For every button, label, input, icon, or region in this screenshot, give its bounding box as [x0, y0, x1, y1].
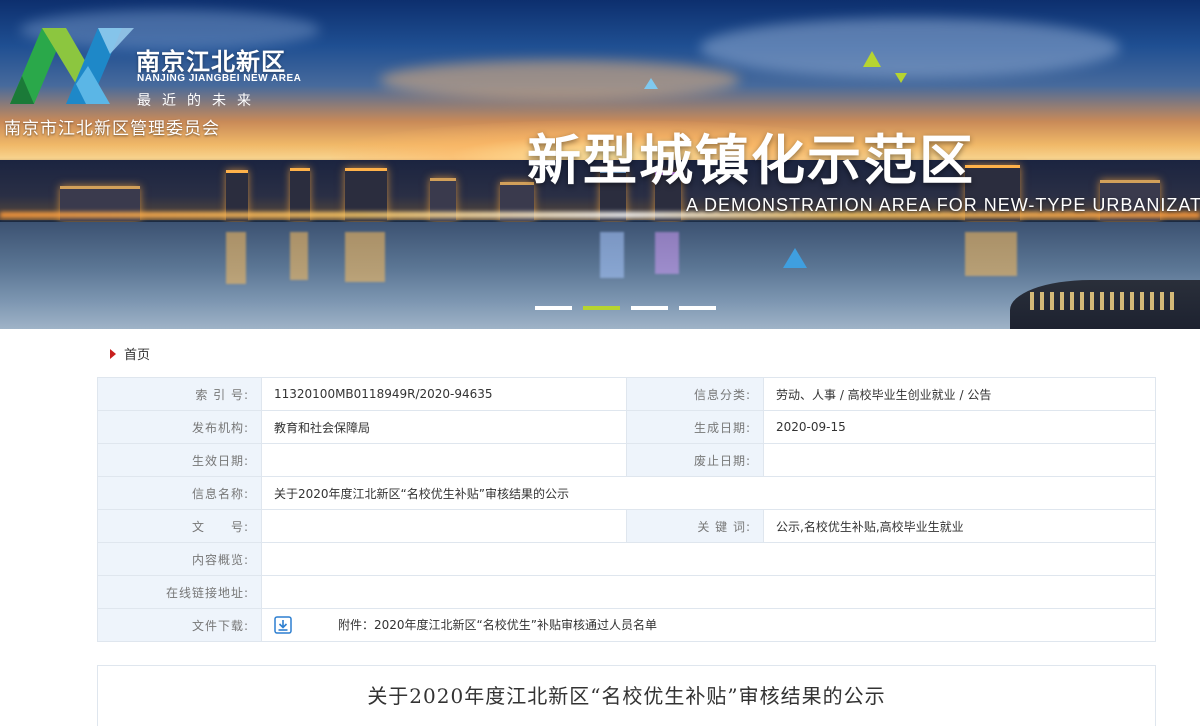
- committee-name: 南京市江北新区管理委员会: [4, 119, 220, 139]
- category-label: 信息分类:: [626, 377, 764, 411]
- shore-lights: [1030, 292, 1180, 310]
- banner-headline-en: A DEMONSTRATION AREA FOR NEW-TYPE URBANI…: [686, 195, 1200, 215]
- expire-date-label: 废止日期:: [626, 443, 764, 477]
- table-row: 在线链接地址:: [97, 575, 1156, 609]
- index-label: 索 引 号:: [97, 377, 262, 411]
- doc-number-label: 文 号:: [97, 509, 262, 543]
- info-name-label: 信息名称:: [97, 476, 262, 510]
- jiangbei-logo-icon[interactable]: [8, 26, 136, 106]
- publisher-value: 教育和社会保障局: [261, 410, 627, 444]
- table-row: 文件下载: 附件：2020年度江北新区“名校优生”补贴审核通过人员名单: [97, 608, 1156, 642]
- triangle-decor-icon: [895, 73, 907, 83]
- carousel-dot-3[interactable]: [631, 306, 668, 310]
- reflection: [965, 232, 1017, 276]
- info-name-value: 关于2020年度江北新区“名校优生补贴”审核结果的公示: [261, 476, 1156, 510]
- document-info-table: 索 引 号: 11320100MB0118949R/2020-94635 信息分…: [97, 377, 1156, 642]
- article-container: 关于2020年度江北新区“名校优生补贴”审核结果的公示: [97, 665, 1156, 726]
- banner-headline: 新型城镇化示范区: [527, 129, 975, 192]
- summary-label: 内容概览:: [97, 542, 262, 576]
- download-cell: 附件：2020年度江北新区“名校优生”补贴审核通过人员名单: [261, 608, 1156, 642]
- online-link-label: 在线链接地址:: [97, 575, 262, 609]
- keywords-label: 关 键 词:: [626, 509, 764, 543]
- table-row: 索 引 号: 11320100MB0118949R/2020-94635 信息分…: [97, 377, 1156, 411]
- download-label: 文件下载:: [97, 608, 262, 642]
- summary-value: [261, 542, 1156, 576]
- breadcrumb-home[interactable]: 首页: [110, 344, 150, 363]
- arrow-right-icon: [110, 348, 116, 359]
- effective-date-label: 生效日期:: [97, 443, 262, 477]
- table-row: 文 号: 关 键 词: 公示,名校优生补贴,高校毕业生就业: [97, 509, 1156, 543]
- article-title: 关于2020年度江北新区“名校优生补贴”审核结果的公示: [367, 684, 886, 708]
- created-date-value: 2020-09-15: [763, 410, 1156, 444]
- created-date-label: 生成日期:: [626, 410, 764, 444]
- doc-number-value: [261, 509, 627, 543]
- cloud: [700, 18, 1120, 78]
- carousel-dot-4[interactable]: [679, 306, 716, 310]
- effective-date-value: [261, 443, 627, 477]
- triangle-decor-icon: [644, 78, 658, 89]
- download-icon[interactable]: [274, 616, 292, 634]
- index-value: 11320100MB0118949R/2020-94635: [261, 377, 627, 411]
- carousel-indicators: [535, 306, 716, 310]
- reflection: [600, 232, 624, 278]
- triangle-decor-icon: [863, 51, 881, 67]
- table-row: 信息名称: 关于2020年度江北新区“名校优生补贴”审核结果的公示: [97, 476, 1156, 510]
- carousel-dot-2[interactable]: [583, 306, 620, 310]
- attachment-link[interactable]: 附件：2020年度江北新区“名校优生”补贴审核通过人员名单: [338, 618, 657, 632]
- table-row: 发布机构: 教育和社会保障局 生成日期: 2020-09-15: [97, 410, 1156, 444]
- publisher-label: 发布机构:: [97, 410, 262, 444]
- cloud: [380, 60, 740, 100]
- online-link-value[interactable]: [261, 575, 1156, 609]
- reflection: [226, 232, 246, 284]
- carousel-dot-1[interactable]: [535, 306, 572, 310]
- breadcrumb-home-label[interactable]: 首页: [124, 344, 150, 363]
- table-row: 生效日期: 废止日期:: [97, 443, 1156, 477]
- category-value: 劳动、人事 / 高校毕业生创业就业 / 公告: [763, 377, 1156, 411]
- reflection: [655, 232, 679, 274]
- table-row: 内容概览:: [97, 542, 1156, 576]
- logo-title: 南京江北新区: [136, 48, 286, 76]
- keywords-value: 公示,名校优生补贴,高校毕业生就业: [763, 509, 1156, 543]
- logo-slogan: 最近的未来: [137, 93, 262, 109]
- logo-subtitle-en: NANJING JIANGBEI NEW AREA: [137, 73, 302, 84]
- expire-date-value: [763, 443, 1156, 477]
- reflection: [345, 232, 385, 282]
- reflection: [290, 232, 308, 280]
- triangle-decor-icon: [783, 248, 807, 268]
- header-banner: 南京江北新区 NANJING JIANGBEI NEW AREA 最近的未来 南…: [0, 0, 1200, 329]
